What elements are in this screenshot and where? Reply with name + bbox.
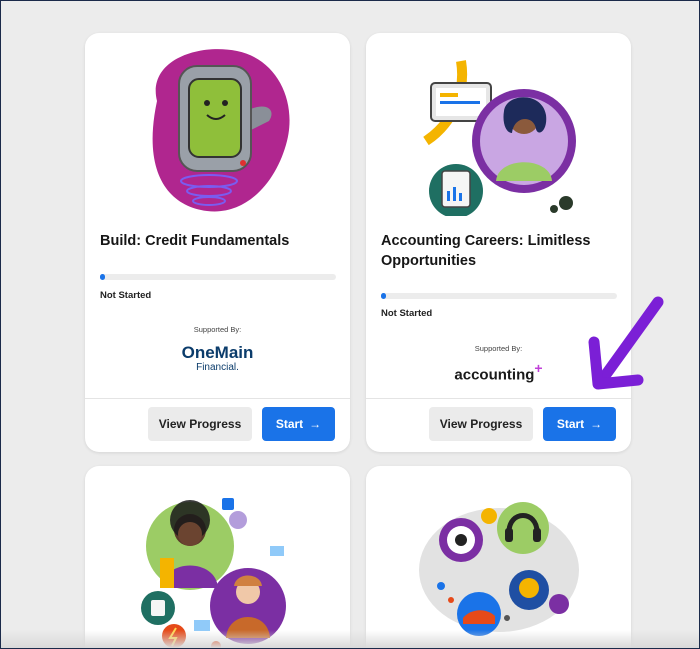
card-title: Build: Credit Fundamentals: [100, 233, 290, 249]
sponsor-logo-onemain: OneMain Financial.: [85, 344, 350, 374]
accounting-careers-illustration: [423, 60, 576, 216]
sponsor-name: OneMain: [181, 343, 254, 362]
arrow-right-icon: →: [590, 417, 603, 431]
course-card-4: [366, 466, 631, 648]
progress-bar: [381, 293, 617, 299]
progress-bar: [100, 274, 336, 280]
course-card-3: [85, 466, 350, 648]
progress-fill: [381, 293, 386, 299]
card-divider: [366, 398, 631, 399]
arrow-right-icon: →: [309, 417, 322, 431]
hobbies-illustration: [419, 502, 579, 636]
view-progress-label: View Progress: [439, 417, 523, 431]
annotation-arrow-icon: [588, 296, 664, 390]
careers-people-illustration: [141, 498, 286, 648]
sponsor-subname: Financial.: [196, 362, 239, 373]
robot-phone-illustration: [152, 49, 290, 212]
card-divider: [85, 398, 350, 399]
bottom-fade: [1, 630, 699, 648]
start-button[interactable]: Start →: [262, 407, 335, 441]
start-label: Start: [275, 417, 304, 431]
page-frame: Build: Credit Fundamentals Not Started S…: [0, 0, 700, 649]
progress-fill: [100, 274, 105, 280]
progress-status: Not Started: [381, 308, 433, 319]
start-label: Start: [556, 417, 585, 431]
progress-status: Not Started: [100, 290, 152, 301]
sponsor-name: accounting: [454, 366, 535, 384]
card-title: Accounting Careers: Limitless Opportunit…: [381, 233, 591, 269]
view-progress-button[interactable]: View Progress: [429, 407, 533, 441]
view-progress-label: View Progress: [158, 417, 242, 431]
course-card-credit-fundamentals: Build: Credit Fundamentals Not Started S…: [85, 33, 350, 452]
start-button[interactable]: Start →: [543, 407, 616, 441]
view-progress-button[interactable]: View Progress: [148, 407, 252, 441]
plus-icon: +: [534, 360, 543, 376]
supported-by-label: Supported By:: [193, 325, 242, 334]
